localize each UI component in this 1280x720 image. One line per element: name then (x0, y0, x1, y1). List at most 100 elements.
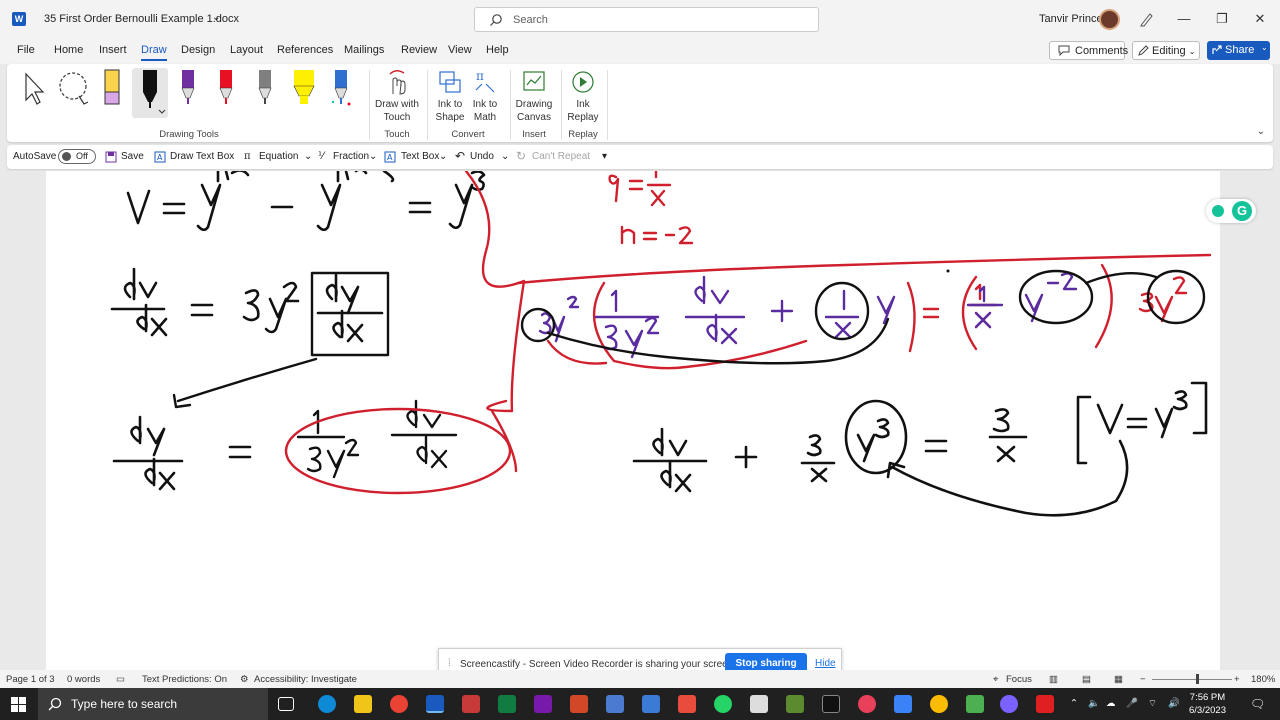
recorder-icon[interactable] (462, 695, 480, 713)
accessibility-status[interactable]: Accessibility: Investigate (254, 674, 357, 685)
proofing-icon[interactable]: ▭ (116, 674, 125, 685)
eraser-tool[interactable] (99, 68, 129, 116)
text-box-button[interactable]: Text Box (401, 151, 439, 162)
onedrive-icon[interactable]: ☁ (1106, 698, 1116, 709)
pen-black[interactable] (132, 68, 168, 118)
app-icon[interactable] (606, 695, 624, 713)
pen-red[interactable] (213, 68, 243, 116)
grammarly-widget[interactable]: G (1206, 199, 1256, 223)
chevron-down-icon[interactable]: ⌄ (212, 12, 220, 23)
autosave-toggle[interactable]: Off (58, 149, 96, 164)
calculator-icon[interactable] (642, 695, 660, 713)
messenger-icon[interactable] (1000, 695, 1018, 713)
save-button[interactable]: Save (121, 151, 144, 162)
notifications-icon[interactable]: 🗨 (1250, 697, 1265, 711)
ink-drawing[interactable] (46, 171, 1220, 670)
fraction-button[interactable]: Fraction (333, 151, 369, 162)
ribbon-collapse-chevron-icon[interactable]: ⌄ (1257, 126, 1265, 137)
drive-icon[interactable] (930, 695, 948, 713)
focus-button[interactable]: Focus (1006, 674, 1032, 685)
document-area[interactable]: G (0, 171, 1280, 670)
powerpoint-icon[interactable] (570, 695, 588, 713)
ink-replay-button[interactable]: Ink Replay (565, 68, 601, 124)
word-count[interactable]: 0 words (67, 674, 100, 685)
avatar[interactable] (1099, 9, 1120, 30)
acrobat-icon[interactable] (1036, 695, 1054, 713)
select-tool[interactable] (20, 68, 50, 116)
grammarly-logo-icon[interactable]: G (1232, 201, 1252, 221)
document-page[interactable] (46, 171, 1220, 670)
web-layout-icon[interactable]: ▦ (1114, 674, 1123, 685)
file-explorer-icon[interactable] (354, 695, 372, 713)
chevron-down-icon[interactable]: ⌄ (501, 151, 509, 162)
wifi-icon[interactable]: ⌔ (1148, 698, 1157, 709)
app-icon[interactable] (894, 695, 912, 713)
customize-toolbar-icon[interactable]: ▾ (602, 151, 607, 162)
draw-text-box-button[interactable]: Draw Text Box (170, 151, 234, 162)
word-taskbar-icon[interactable] (426, 695, 444, 713)
highlighter-yellow[interactable] (290, 68, 320, 116)
zoom-level[interactable]: 180% (1251, 674, 1275, 685)
windows-start-icon[interactable] (11, 697, 26, 712)
tab-mailings[interactable]: Mailings (344, 44, 384, 56)
tab-home[interactable]: Home (54, 44, 83, 56)
minecraft-icon[interactable] (786, 695, 804, 713)
mic-icon[interactable]: 🎤 (1126, 698, 1138, 709)
drag-handle-icon[interactable]: ⁞ (448, 658, 451, 669)
minimize-button[interactable]: — (1172, 8, 1196, 30)
equation-button[interactable]: Equation (259, 151, 298, 162)
app-icon[interactable] (966, 695, 984, 713)
system-clock[interactable]: 7:56 PM 6/3/2023 (1189, 691, 1226, 717)
whatsapp-icon[interactable] (714, 695, 732, 713)
onenote-icon[interactable] (534, 695, 552, 713)
drawing-canvas-button[interactable]: Drawing Canvas (514, 68, 554, 124)
zoom-slider-thumb[interactable] (1196, 674, 1199, 684)
text-predictions[interactable]: Text Predictions: On (142, 674, 227, 685)
page-count[interactable]: Page 1 of 3 (6, 674, 55, 685)
draw-with-touch-button[interactable]: Draw with Touch (373, 68, 421, 124)
taskbar-search[interactable]: Type here to search (38, 688, 268, 720)
app-icon[interactable] (750, 695, 768, 713)
lasso-tool[interactable] (57, 68, 89, 116)
comments-button[interactable]: Comments (1049, 41, 1128, 60)
pen-gray[interactable] (252, 68, 282, 116)
search-box[interactable]: Search (474, 7, 819, 32)
save-icon[interactable] (105, 151, 117, 163)
tab-design[interactable]: Design (181, 44, 215, 56)
close-button[interactable]: ✕ (1248, 8, 1272, 30)
tray-chevron-icon[interactable]: ⌃ (1070, 698, 1078, 709)
chrome-icon[interactable] (390, 695, 408, 713)
pen-purple[interactable] (175, 68, 205, 116)
volume-icon[interactable]: 🔈 (1088, 698, 1100, 709)
zoom-out-button[interactable]: − (1140, 674, 1146, 685)
tab-insert[interactable]: Insert (99, 44, 127, 56)
tab-review[interactable]: Review (401, 44, 437, 56)
read-mode-icon[interactable]: ▥ (1049, 674, 1058, 685)
pen-galaxy[interactable] (327, 68, 357, 116)
ink-to-math-button[interactable]: π Ink to Math (467, 68, 503, 124)
editing-mode-button[interactable]: Editing ⌄ (1132, 41, 1200, 60)
excel-icon[interactable] (498, 695, 516, 713)
designer-pen-icon[interactable] (1139, 11, 1155, 27)
app-icon[interactable] (858, 695, 876, 713)
document-title[interactable]: 35 First Order Bernoulli Example 1.docx (44, 13, 239, 25)
restore-button[interactable]: ❐ (1210, 8, 1234, 30)
tab-draw[interactable]: Draw (141, 44, 167, 61)
epic-games-icon[interactable] (822, 695, 840, 713)
chevron-down-icon[interactable]: ⌄ (369, 151, 377, 162)
hide-link[interactable]: Hide (815, 658, 836, 669)
settings-gear-icon[interactable] (678, 695, 696, 713)
edge-icon[interactable] (318, 695, 336, 713)
tab-references[interactable]: References (277, 44, 333, 56)
tab-layout[interactable]: Layout (230, 44, 263, 56)
user-name[interactable]: Tanvir Prince (1039, 13, 1103, 25)
task-view-icon[interactable] (278, 697, 294, 711)
share-button[interactable]: Share ⌄ (1207, 41, 1270, 60)
tab-view[interactable]: View (448, 44, 472, 56)
print-layout-icon[interactable]: ▤ (1082, 674, 1091, 685)
chevron-down-icon[interactable]: ⌄ (439, 151, 447, 162)
undo-button[interactable]: Undo (470, 151, 494, 162)
ink-to-shape-button[interactable]: Ink to Shape (432, 68, 468, 124)
chevron-down-icon[interactable]: ⌄ (304, 151, 312, 162)
zoom-in-button[interactable]: + (1234, 674, 1240, 685)
